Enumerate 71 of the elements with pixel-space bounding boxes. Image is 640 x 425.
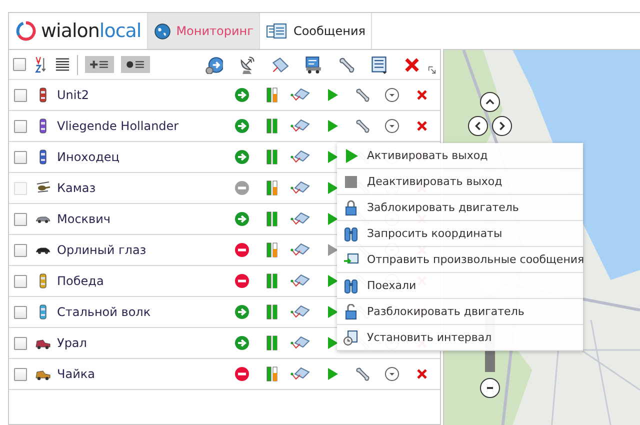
map-track-icon[interactable]	[290, 242, 310, 258]
menu-item[interactable]: Установить интервал	[337, 325, 583, 351]
menu-item[interactable]: Заблокировать двигатель	[337, 195, 583, 221]
row-checkbox[interactable]	[14, 336, 27, 350]
list-icon[interactable]	[55, 56, 70, 73]
wrench-icon[interactable]	[354, 366, 370, 382]
documents-icon	[266, 23, 288, 39]
map-icon[interactable]	[271, 56, 289, 74]
tab[interactable]: Сообщения	[260, 13, 372, 49]
menu-item[interactable]: Деактивировать выход	[337, 169, 583, 195]
map-track-icon[interactable]	[290, 273, 310, 289]
map-track-icon[interactable]	[290, 149, 310, 165]
menu-item[interactable]: Активировать выход	[337, 143, 583, 169]
unit-name: Москвич	[57, 212, 112, 226]
map-track-icon[interactable]	[290, 366, 310, 382]
dropdown-circle-icon[interactable]	[384, 366, 400, 382]
menu-item[interactable]: Поехали	[337, 273, 583, 299]
sort-icon[interactable]	[33, 56, 48, 73]
unit-name: Unit2	[57, 88, 90, 102]
report-list-icon[interactable]	[370, 56, 388, 74]
add-list-icon[interactable]	[85, 56, 114, 73]
gear-arrow-icon[interactable]	[205, 56, 223, 74]
row-checkbox[interactable]	[14, 212, 27, 226]
map-track-icon[interactable]	[290, 304, 310, 320]
unit-row[interactable]: Vliegende Hollander	[9, 111, 440, 142]
unit-row[interactable]: Unit2	[9, 80, 440, 111]
binoculars-icon	[343, 226, 359, 242]
wrench-icon[interactable]	[354, 87, 370, 103]
row-checkbox[interactable]	[14, 274, 27, 288]
dropdown-circle-icon[interactable]	[384, 118, 400, 134]
square-icon	[343, 174, 359, 190]
binoculars-icon	[343, 278, 359, 294]
unit-name: Чайка	[57, 367, 96, 381]
unit-name: Победа	[57, 274, 105, 288]
menu-item[interactable]: Разблокировать двигатель	[337, 299, 583, 325]
unit-name: Камаз	[57, 181, 97, 195]
map-track-icon[interactable]	[290, 180, 310, 196]
truck-icon[interactable]	[304, 56, 322, 74]
close-icon[interactable]	[403, 56, 421, 74]
row-checkbox[interactable]	[14, 244, 27, 256]
row-checkbox[interactable]	[14, 120, 27, 132]
unit-name: Урал	[57, 336, 88, 350]
logo-text: wialonlocal	[41, 20, 142, 42]
map-track-icon[interactable]	[290, 87, 310, 103]
row-checkbox[interactable]	[14, 88, 27, 102]
wrench-icon[interactable]	[354, 118, 370, 134]
menu-item[interactable]: Отправить произвольные сообщения	[337, 247, 583, 273]
unit-name: Vliegende Hollander	[57, 119, 180, 133]
row-checkbox[interactable]	[14, 368, 27, 380]
lock-icon	[343, 200, 359, 216]
circle-list-icon[interactable]	[121, 56, 150, 73]
unit-name: Стальной волк	[57, 305, 152, 319]
map-track-icon[interactable]	[290, 211, 310, 227]
row-checkbox[interactable]	[14, 306, 27, 318]
globe-icon	[154, 22, 172, 40]
resize-corner-icon[interactable]	[428, 66, 436, 74]
dropdown-circle-icon[interactable]	[384, 87, 400, 103]
satellite-dish-icon[interactable]	[238, 56, 256, 74]
wrench-icon[interactable]	[337, 56, 355, 74]
row-checkbox[interactable]	[14, 150, 27, 164]
document-clock-icon	[343, 330, 359, 346]
unit-name: Орлиный глаз	[57, 243, 148, 257]
select-all-checkbox[interactable]	[13, 58, 26, 71]
menu-item[interactable]: Запросить координаты	[337, 221, 583, 247]
map-track-icon[interactable]	[290, 335, 310, 351]
unlocked-lock-icon	[343, 304, 359, 320]
map-track-icon[interactable]	[290, 118, 310, 134]
logo-icon	[15, 20, 37, 42]
unit-row[interactable]: Чайка	[9, 359, 440, 390]
play-icon	[343, 148, 359, 164]
unit-name: Иноходец	[57, 150, 120, 164]
